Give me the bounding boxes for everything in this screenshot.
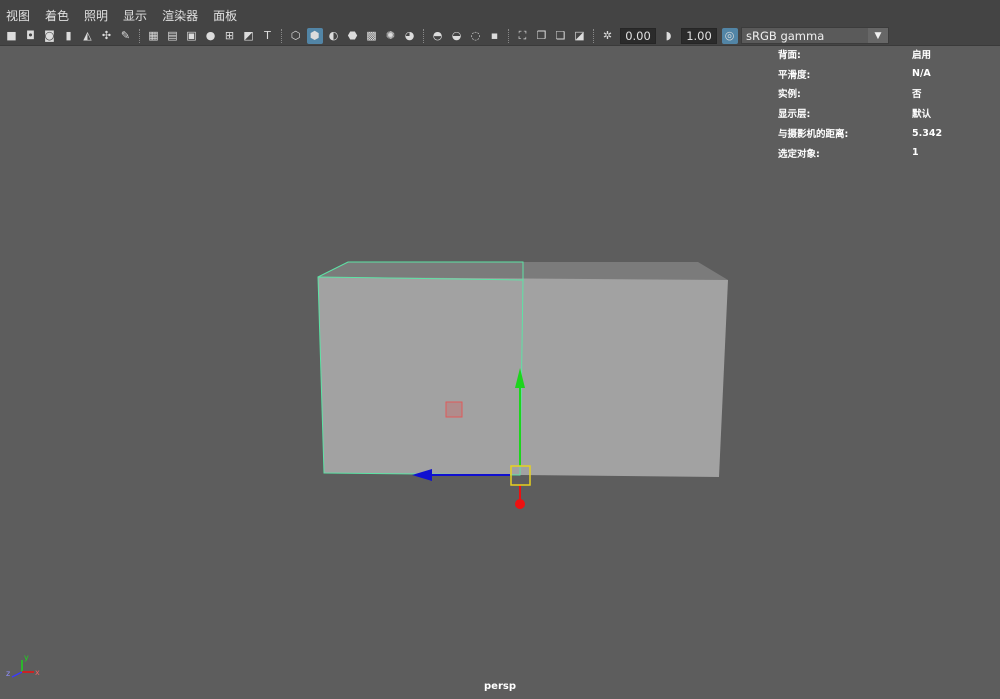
hud-label: 与摄影机的距离: xyxy=(778,129,849,141)
hud-label: 选定对象: xyxy=(778,148,820,160)
hud-row-selected-objects: 选定对象: 1 xyxy=(778,143,972,163)
hud-row-instance: 实例: 否 xyxy=(778,84,972,104)
heads-up-display: 背面: 启用 平滑度: N/A 实例: 否 显示层: 默认 与摄影机的距离: 5… xyxy=(778,44,972,163)
hud-value: N/A xyxy=(912,68,931,80)
hud-value: 否 xyxy=(912,89,922,101)
hud-value: 启用 xyxy=(912,49,932,61)
hud-value: 5.342 xyxy=(912,127,943,139)
pivot-marker[interactable] xyxy=(445,401,463,418)
hud-row-smoothness: 平滑度: N/A xyxy=(778,64,972,84)
hud-row-display-layer: 显示层: 默认 xyxy=(778,103,972,123)
hud-label: 实例: xyxy=(778,89,801,101)
view-axis-x-label: x xyxy=(35,668,40,677)
view-axis-z-label: z xyxy=(6,669,10,678)
hud-label: 背面: xyxy=(778,49,801,61)
hud-label: 平滑度: xyxy=(778,69,811,81)
view-axis-y-label: y xyxy=(24,653,29,662)
camera-name-label: persp xyxy=(484,681,516,692)
hud-label: 显示层: xyxy=(778,109,811,121)
hud-value: 默认 xyxy=(912,109,932,121)
hud-value: 1 xyxy=(912,147,919,159)
hud-row-camera-distance: 与摄影机的距离: 5.342 xyxy=(778,123,972,143)
manip-x-handle-icon[interactable] xyxy=(515,499,525,509)
hud-row-backface: 背面: 启用 xyxy=(778,44,972,64)
view-axis-z xyxy=(11,671,23,678)
